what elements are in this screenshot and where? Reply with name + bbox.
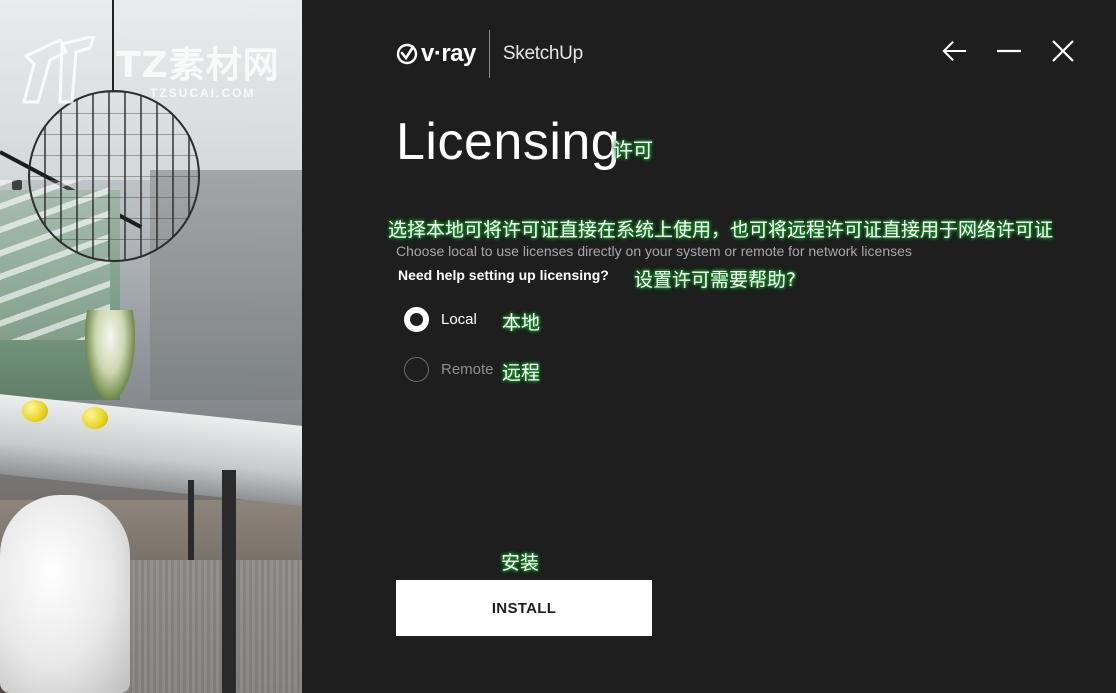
close-button[interactable]	[1050, 38, 1076, 64]
licensing-panel: v·ray SketchUp Licensing 许可 选择本地可将许可证直接在…	[302, 0, 1116, 693]
watermark-subtitle: TZSUCAI.COM	[150, 86, 256, 100]
watermark: TZ素材网 TZSUCAI.COM	[20, 36, 290, 106]
local-annotation: 本地	[502, 312, 541, 334]
radio-remote-label: Remote	[441, 361, 494, 378]
flower-vase	[85, 310, 135, 400]
pendant-lamp	[28, 90, 200, 262]
vray-wordmark: v·ray	[421, 40, 476, 67]
arrow-left-icon	[942, 40, 967, 62]
radio-button-checked[interactable]	[404, 307, 429, 332]
minimize-button[interactable]	[996, 38, 1022, 64]
vray-check-icon	[396, 43, 418, 65]
radio-local-label: Local	[441, 311, 477, 328]
back-button[interactable]	[942, 38, 968, 64]
description-annotation: 选择本地可将许可证直接在系统上使用，也可将远程许可证直接用于网络许可证	[388, 219, 1054, 241]
brand-divider	[488, 30, 490, 78]
lemon	[22, 400, 48, 422]
tz-logo-icon	[22, 36, 96, 104]
help-annotation: 设置许可需要帮助?	[634, 269, 797, 291]
vray-logo: v·ray	[396, 40, 476, 68]
window-controls	[942, 38, 1076, 64]
page-description: Choose local to use licenses directly on…	[396, 243, 912, 259]
minimize-icon	[997, 49, 1021, 53]
help-link[interactable]: Need help setting up licensing?	[398, 267, 609, 283]
page-title: Licensing	[396, 113, 621, 171]
brand-header: v·ray SketchUp	[396, 30, 583, 78]
white-chair	[0, 495, 130, 693]
install-annotation: 安装	[501, 552, 540, 574]
radio-local[interactable]: Local	[404, 307, 477, 332]
remote-annotation: 远程	[502, 362, 541, 384]
table-leg	[188, 480, 194, 560]
table-leg	[222, 470, 236, 693]
title-annotation: 许可	[613, 138, 653, 162]
install-button[interactable]: INSTALL	[396, 580, 652, 636]
hero-image: TZ素材网 TZSUCAI.COM	[0, 0, 302, 693]
radio-button-unchecked[interactable]	[404, 357, 429, 382]
watermark-title: TZ素材网	[116, 45, 280, 86]
close-icon	[1052, 40, 1074, 62]
sketchup-wordmark: SketchUp	[502, 43, 583, 64]
lemon	[82, 407, 108, 429]
radio-remote[interactable]: Remote	[404, 357, 494, 382]
